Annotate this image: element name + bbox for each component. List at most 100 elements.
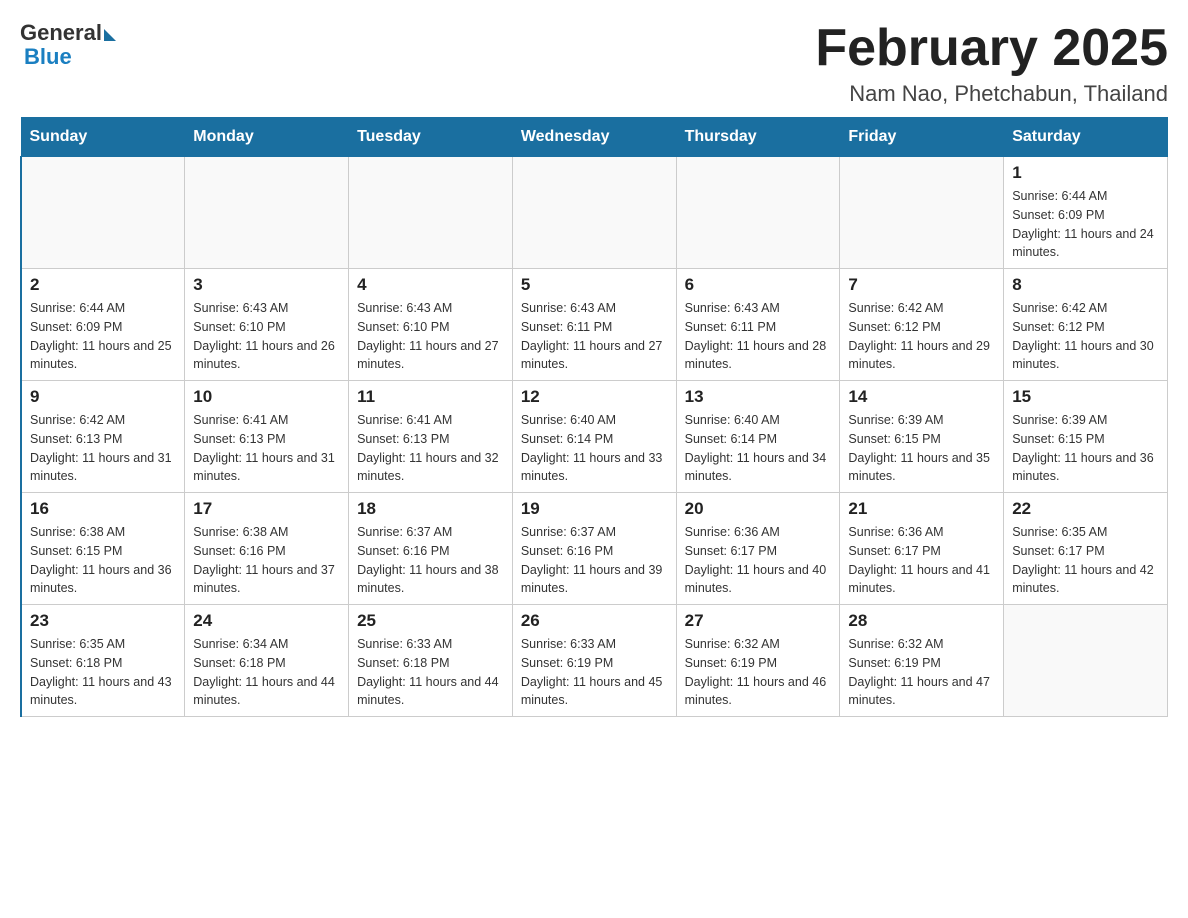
day-info: Sunrise: 6:39 AM Sunset: 6:15 PM Dayligh… — [848, 411, 995, 486]
day-header-monday: Monday — [185, 118, 349, 157]
day-header-wednesday: Wednesday — [512, 118, 676, 157]
day-number: 20 — [685, 499, 832, 519]
day-number: 24 — [193, 611, 340, 631]
day-info: Sunrise: 6:37 AM Sunset: 6:16 PM Dayligh… — [357, 523, 504, 598]
day-number: 28 — [848, 611, 995, 631]
day-info: Sunrise: 6:43 AM Sunset: 6:11 PM Dayligh… — [521, 299, 668, 374]
day-number: 18 — [357, 499, 504, 519]
calendar-cell — [21, 157, 185, 269]
week-row-3: 16 Sunrise: 6:38 AM Sunset: 6:15 PM Dayli… — [21, 493, 1168, 605]
logo-general-text: General — [20, 20, 102, 46]
day-info: Sunrise: 6:42 AM Sunset: 6:13 PM Dayligh… — [30, 411, 176, 486]
calendar-cell: 7 Sunrise: 6:42 AM Sunset: 6:12 PM Daylig… — [840, 269, 1004, 381]
calendar-cell: 20 Sunrise: 6:36 AM Sunset: 6:17 PM Dayli… — [676, 493, 840, 605]
calendar-cell: 18 Sunrise: 6:37 AM Sunset: 6:16 PM Dayli… — [349, 493, 513, 605]
week-row-0: 1 Sunrise: 6:44 AM Sunset: 6:09 PM Daylig… — [21, 157, 1168, 269]
day-info: Sunrise: 6:42 AM Sunset: 6:12 PM Dayligh… — [848, 299, 995, 374]
calendar-cell: 26 Sunrise: 6:33 AM Sunset: 6:19 PM Dayli… — [512, 605, 676, 717]
day-info: Sunrise: 6:42 AM Sunset: 6:12 PM Dayligh… — [1012, 299, 1159, 374]
day-info: Sunrise: 6:32 AM Sunset: 6:19 PM Dayligh… — [685, 635, 832, 710]
month-title: February 2025 — [815, 20, 1168, 77]
day-header-saturday: Saturday — [1004, 118, 1168, 157]
calendar-body: 1 Sunrise: 6:44 AM Sunset: 6:09 PM Daylig… — [21, 157, 1168, 717]
calendar-cell — [349, 157, 513, 269]
calendar-cell — [840, 157, 1004, 269]
day-number: 2 — [30, 275, 176, 295]
calendar-cell: 6Sunrise: 6:43 AM Sunset: 6:11 PM Daylig… — [676, 269, 840, 381]
day-header-friday: Friday — [840, 118, 1004, 157]
day-number: 15 — [1012, 387, 1159, 407]
day-info: Sunrise: 6:44 AM Sunset: 6:09 PM Dayligh… — [1012, 187, 1159, 262]
day-info: Sunrise: 6:43 AM Sunset: 6:10 PM Dayligh… — [357, 299, 504, 374]
title-area: February 2025 Nam Nao, Phetchabun, Thail… — [815, 20, 1168, 107]
calendar-cell — [512, 157, 676, 269]
calendar-cell: 16 Sunrise: 6:38 AM Sunset: 6:15 PM Dayli… — [21, 493, 185, 605]
day-number: 6 — [685, 275, 832, 295]
day-info: Sunrise: 6:41 AM Sunset: 6:13 PM Dayligh… — [357, 411, 504, 486]
calendar-cell: 10Sunrise: 6:41 AM Sunset: 6:13 PM Dayli… — [185, 381, 349, 493]
day-number: 11 — [357, 387, 504, 407]
day-number: 19 — [521, 499, 668, 519]
day-number: 7 — [848, 275, 995, 295]
week-row-1: 2Sunrise: 6:44 AM Sunset: 6:09 PM Daylig… — [21, 269, 1168, 381]
location-title: Nam Nao, Phetchabun, Thailand — [815, 81, 1168, 107]
week-row-4: 23 Sunrise: 6:35 AM Sunset: 6:18 PM Dayli… — [21, 605, 1168, 717]
calendar-cell: 19 Sunrise: 6:37 AM Sunset: 6:16 PM Dayli… — [512, 493, 676, 605]
day-number: 1 — [1012, 163, 1159, 183]
day-info: Sunrise: 6:33 AM Sunset: 6:19 PM Dayligh… — [521, 635, 668, 710]
calendar-cell: 1 Sunrise: 6:44 AM Sunset: 6:09 PM Daylig… — [1004, 157, 1168, 269]
calendar-cell: 21 Sunrise: 6:36 AM Sunset: 6:17 PM Dayli… — [840, 493, 1004, 605]
day-number: 12 — [521, 387, 668, 407]
calendar-cell — [185, 157, 349, 269]
day-number: 14 — [848, 387, 995, 407]
calendar-header: SundayMondayTuesdayWednesdayThursdayFrid… — [21, 118, 1168, 157]
day-info: Sunrise: 6:41 AM Sunset: 6:13 PM Dayligh… — [193, 411, 340, 486]
calendar-cell: 23 Sunrise: 6:35 AM Sunset: 6:18 PM Dayli… — [21, 605, 185, 717]
calendar-cell — [676, 157, 840, 269]
day-header-sunday: Sunday — [21, 118, 185, 157]
calendar-cell: 17 Sunrise: 6:38 AM Sunset: 6:16 PM Dayli… — [185, 493, 349, 605]
calendar-cell — [1004, 605, 1168, 717]
day-number: 26 — [521, 611, 668, 631]
day-info: Sunrise: 6:36 AM Sunset: 6:17 PM Dayligh… — [685, 523, 832, 598]
day-number: 3 — [193, 275, 340, 295]
calendar-cell: 8 Sunrise: 6:42 AM Sunset: 6:12 PM Daylig… — [1004, 269, 1168, 381]
day-number: 13 — [685, 387, 832, 407]
logo-blue-text: Blue — [20, 44, 72, 70]
day-info: Sunrise: 6:35 AM Sunset: 6:18 PM Dayligh… — [30, 635, 176, 710]
day-info: Sunrise: 6:36 AM Sunset: 6:17 PM Dayligh… — [848, 523, 995, 598]
calendar-table: SundayMondayTuesdayWednesdayThursdayFrid… — [20, 117, 1168, 717]
day-number: 9 — [30, 387, 176, 407]
calendar-cell: 5 Sunrise: 6:43 AM Sunset: 6:11 PM Daylig… — [512, 269, 676, 381]
day-info: Sunrise: 6:38 AM Sunset: 6:16 PM Dayligh… — [193, 523, 340, 598]
calendar-cell: 2Sunrise: 6:44 AM Sunset: 6:09 PM Daylig… — [21, 269, 185, 381]
week-row-2: 9 Sunrise: 6:42 AM Sunset: 6:13 PM Daylig… — [21, 381, 1168, 493]
day-number: 16 — [30, 499, 176, 519]
day-number: 5 — [521, 275, 668, 295]
calendar-cell: 11 Sunrise: 6:41 AM Sunset: 6:13 PM Dayli… — [349, 381, 513, 493]
day-header-thursday: Thursday — [676, 118, 840, 157]
day-info: Sunrise: 6:34 AM Sunset: 6:18 PM Dayligh… — [193, 635, 340, 710]
logo-arrow-icon — [104, 29, 116, 41]
day-number: 27 — [685, 611, 832, 631]
day-number: 21 — [848, 499, 995, 519]
header-row: SundayMondayTuesdayWednesdayThursdayFrid… — [21, 118, 1168, 157]
calendar-cell: 15Sunrise: 6:39 AM Sunset: 6:15 PM Dayli… — [1004, 381, 1168, 493]
day-info: Sunrise: 6:37 AM Sunset: 6:16 PM Dayligh… — [521, 523, 668, 598]
day-number: 4 — [357, 275, 504, 295]
day-number: 8 — [1012, 275, 1159, 295]
day-info: Sunrise: 6:40 AM Sunset: 6:14 PM Dayligh… — [521, 411, 668, 486]
page-header: General Blue February 2025 Nam Nao, Phet… — [20, 20, 1168, 107]
calendar-cell: 28 Sunrise: 6:32 AM Sunset: 6:19 PM Dayli… — [840, 605, 1004, 717]
day-number: 17 — [193, 499, 340, 519]
calendar-cell: 25Sunrise: 6:33 AM Sunset: 6:18 PM Dayli… — [349, 605, 513, 717]
calendar-cell: 13Sunrise: 6:40 AM Sunset: 6:14 PM Dayli… — [676, 381, 840, 493]
calendar-cell: 24 Sunrise: 6:34 AM Sunset: 6:18 PM Dayli… — [185, 605, 349, 717]
day-info: Sunrise: 6:38 AM Sunset: 6:15 PM Dayligh… — [30, 523, 176, 598]
logo: General Blue — [20, 20, 116, 70]
calendar-cell: 12 Sunrise: 6:40 AM Sunset: 6:14 PM Dayli… — [512, 381, 676, 493]
day-number: 23 — [30, 611, 176, 631]
calendar-cell: 9 Sunrise: 6:42 AM Sunset: 6:13 PM Daylig… — [21, 381, 185, 493]
day-info: Sunrise: 6:32 AM Sunset: 6:19 PM Dayligh… — [848, 635, 995, 710]
calendar-cell: 4 Sunrise: 6:43 AM Sunset: 6:10 PM Daylig… — [349, 269, 513, 381]
